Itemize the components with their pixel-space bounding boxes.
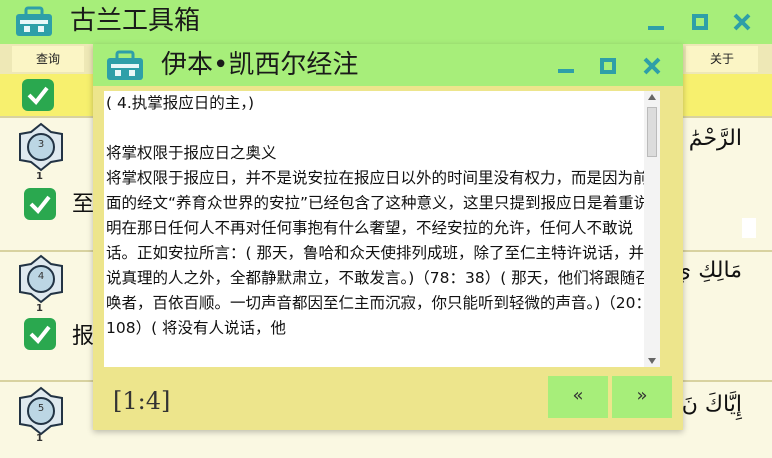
close-icon[interactable] (728, 8, 756, 36)
checkmark-icon (29, 195, 51, 215)
tafsir-line (106, 116, 654, 141)
verse-number: 4 (37, 271, 45, 282)
tafsir-text-area[interactable]: ( 4.执掌报应日的主，) 将掌权限于报应日之奥义 将掌权限于报应日，并不是说安… (104, 91, 660, 367)
app-title: 古兰工具箱 (70, 6, 201, 36)
previous-button[interactable]: « (548, 376, 608, 418)
verse-number: 3 (37, 139, 45, 150)
verse-sub-number: 1 (36, 433, 43, 444)
toolbox-icon (107, 50, 143, 80)
close-icon[interactable] (639, 53, 665, 79)
next-button[interactable]: » (612, 376, 672, 418)
verse-checkbox[interactable] (24, 188, 56, 220)
minimize-icon[interactable] (553, 53, 579, 79)
about-button[interactable]: 关于 (686, 46, 758, 72)
text-scrollbar[interactable] (644, 91, 660, 367)
checkmark-icon (29, 325, 51, 345)
verse-number: 5 (37, 403, 45, 414)
scroll-down-icon[interactable] (648, 358, 656, 364)
tafsir-text: ( 4.执掌报应日的主，) 将掌权限于报应日之奥义 将掌权限于报应日，并不是说安… (106, 91, 654, 341)
tafsir-heading: 将掌权限于报应日之奥义 (106, 144, 277, 162)
toolbox-icon (16, 6, 52, 36)
scroll-thumb[interactable] (647, 107, 657, 157)
scroll-up-icon[interactable] (648, 94, 656, 100)
tafsir-line: ( 4.执掌报应日的主，) (106, 94, 255, 112)
minimize-icon[interactable] (642, 8, 670, 36)
tafsir-dialog: 伊本•凯西尔经注 ( 4.执掌报应日的主，) 将掌权限于报应日之奥义 将掌权限于… (93, 44, 683, 430)
maximize-icon[interactable] (686, 8, 714, 36)
main-titlebar: 古兰工具箱 (0, 0, 772, 44)
verse-text: 报 (72, 324, 95, 349)
query-button[interactable]: 查询 (12, 46, 84, 72)
verse-checkbox[interactable] (24, 318, 56, 350)
checkmark-icon (27, 86, 49, 106)
dialog-title: 伊本•凯西尔经注 (161, 50, 359, 80)
verse-sub-number: 1 (36, 303, 43, 314)
verse-sub-number: 1 (36, 171, 43, 182)
tafsir-paragraph: 将掌权限于报应日，并不是说安拉在报应日以外的时间里没有权力，而是因为前面的经文“… (106, 169, 652, 337)
arabic-text: إِيَّاكَ نَ (681, 392, 742, 417)
maximize-icon[interactable] (595, 53, 621, 79)
select-all-checkbox[interactable] (22, 79, 54, 111)
list-scrollbar[interactable] (742, 218, 756, 238)
verse-reference: [1:4] (113, 387, 171, 415)
arabic-text: مَالِكِ يَ (674, 258, 742, 283)
arabic-text: الرَّحْمَٰ (688, 126, 742, 151)
dialog-titlebar: 伊本•凯西尔经注 (93, 44, 683, 86)
verse-text: 至 (72, 192, 95, 217)
